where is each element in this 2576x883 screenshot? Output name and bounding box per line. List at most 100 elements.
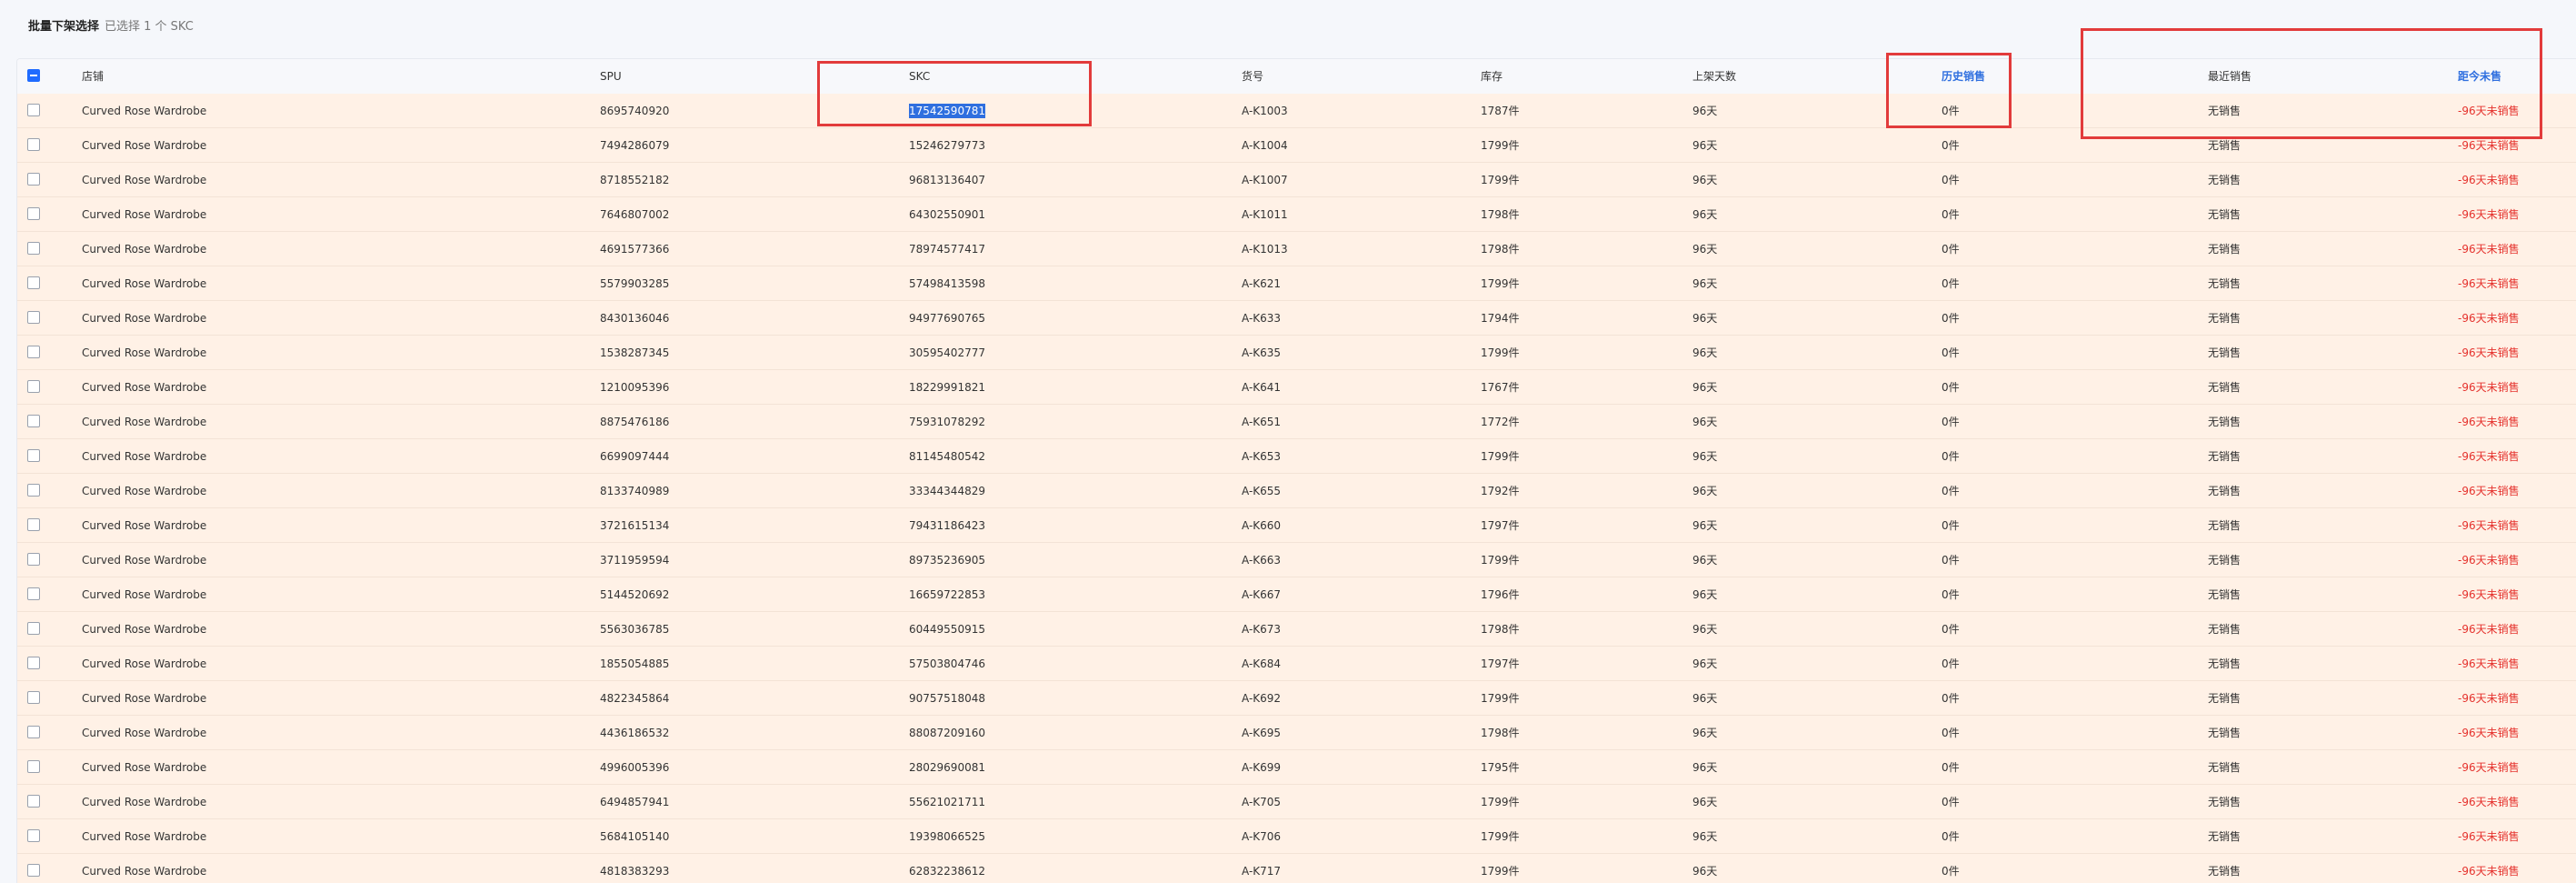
skc-value: 57498413598 xyxy=(909,277,985,290)
column-header-spu: SPU xyxy=(600,70,622,83)
row-checkbox[interactable] xyxy=(27,518,40,531)
row-checkbox[interactable] xyxy=(27,829,40,842)
row-checkbox[interactable] xyxy=(27,622,40,635)
cell-since-sale: -96天未销售 xyxy=(2458,105,2520,117)
page: 批量下架选择 已选择 1 个 SKC 店铺 SPU SKC 货号 库存 上架天数… xyxy=(0,0,2576,883)
table-row[interactable]: Curved Rose Wardrobe 7494286079 1524627977… xyxy=(17,128,2576,163)
cell-skc: 19398066525 xyxy=(909,819,985,854)
table-row[interactable]: Curved Rose Wardrobe 1855054885 5750380474… xyxy=(17,647,2576,681)
cell-skc: 78974577417 xyxy=(909,232,985,266)
cell-last-sale: 无销售 xyxy=(2208,450,2242,463)
skc-value: 16659722853 xyxy=(909,588,985,601)
cell-code: A-K641 xyxy=(1242,381,1282,394)
table-row[interactable]: Curved Rose Wardrobe 1538287345 3059540277… xyxy=(17,336,2576,370)
cell-since-sale: -96天未销售 xyxy=(2458,381,2520,394)
cell-stock: 1799件 xyxy=(1481,174,1520,186)
table-row[interactable]: Curved Rose Wardrobe 4818383293 6283223861… xyxy=(17,854,2576,883)
table-row[interactable]: Curved Rose Wardrobe 8133740989 3334434482… xyxy=(17,474,2576,508)
cell-stock: 1799件 xyxy=(1481,346,1520,359)
row-checkbox[interactable] xyxy=(27,207,40,220)
table-row[interactable]: Curved Rose Wardrobe 1210095396 1822999182… xyxy=(17,370,2576,405)
table-row[interactable]: Curved Rose Wardrobe 5579903285 5749841359… xyxy=(17,266,2576,301)
cell-history-sales: 0件 xyxy=(1942,312,1960,325)
cell-days: 96天 xyxy=(1692,277,1718,290)
column-header-since-sale[interactable]: 距今未售 xyxy=(2458,59,2501,94)
cell-days: 96天 xyxy=(1692,657,1718,670)
table-row[interactable]: Curved Rose Wardrobe 5684105140 1939806652… xyxy=(17,819,2576,854)
select-all-checkbox[interactable] xyxy=(27,69,40,82)
skc-value: 64302550901 xyxy=(909,208,985,221)
cell-days: 96天 xyxy=(1692,208,1718,221)
row-checkbox[interactable] xyxy=(27,138,40,151)
table-row[interactable]: Curved Rose Wardrobe 3711959594 8973523690… xyxy=(17,543,2576,577)
cell-stock: 1798件 xyxy=(1481,243,1520,256)
cell-days: 96天 xyxy=(1692,692,1718,705)
row-checkbox[interactable] xyxy=(27,484,40,497)
table-row[interactable]: Curved Rose Wardrobe 4436186532 8808720916… xyxy=(17,716,2576,750)
row-checkbox[interactable] xyxy=(27,864,40,877)
cell-days: 96天 xyxy=(1692,174,1718,186)
table-row[interactable]: Curved Rose Wardrobe 8430136046 9497769076… xyxy=(17,301,2576,336)
skc-value: 17542590781 xyxy=(909,104,985,118)
row-checkbox[interactable] xyxy=(27,449,40,462)
cell-since-sale: -96天未销售 xyxy=(2458,243,2520,256)
cell-days: 96天 xyxy=(1692,485,1718,497)
cell-days: 96天 xyxy=(1692,865,1718,878)
cell-history-sales: 0件 xyxy=(1942,139,1960,152)
table-row[interactable]: Curved Rose Wardrobe 4996005396 2802969008… xyxy=(17,750,2576,785)
row-checkbox[interactable] xyxy=(27,380,40,393)
skc-value: 28029690081 xyxy=(909,761,985,774)
table-row[interactable]: Curved Rose Wardrobe 6494857941 5562102171… xyxy=(17,785,2576,819)
row-checkbox[interactable] xyxy=(27,173,40,186)
cell-history-sales: 0件 xyxy=(1942,381,1960,394)
cell-skc: 90757518048 xyxy=(909,681,985,716)
row-checkbox[interactable] xyxy=(27,346,40,358)
row-checkbox[interactable] xyxy=(27,657,40,669)
cell-last-sale: 无销售 xyxy=(2208,727,2242,739)
cell-shop: Curved Rose Wardrobe xyxy=(82,830,207,843)
cell-stock: 1794件 xyxy=(1481,312,1520,325)
cell-stock: 1799件 xyxy=(1481,139,1520,152)
row-checkbox[interactable] xyxy=(27,104,40,116)
cell-days: 96天 xyxy=(1692,588,1718,601)
cell-history-sales: 0件 xyxy=(1942,416,1960,428)
column-header-history-sales[interactable]: 历史销售 xyxy=(1942,59,1985,94)
row-checkbox[interactable] xyxy=(27,760,40,773)
cell-code: A-K692 xyxy=(1242,692,1282,705)
row-checkbox[interactable] xyxy=(27,691,40,704)
row-checkbox[interactable] xyxy=(27,415,40,427)
cell-since-sale: -96天未销售 xyxy=(2458,277,2520,290)
row-checkbox[interactable] xyxy=(27,276,40,289)
table-row[interactable]: Curved Rose Wardrobe 5144520692 1665972285… xyxy=(17,577,2576,612)
cell-last-sale: 无销售 xyxy=(2208,519,2242,532)
row-checkbox[interactable] xyxy=(27,553,40,566)
cell-shop: Curved Rose Wardrobe xyxy=(82,796,207,808)
table-row[interactable]: Curved Rose Wardrobe 7646807002 6430255090… xyxy=(17,197,2576,232)
selected-count: 已选择 1 个 SKC xyxy=(105,20,194,34)
table-row[interactable]: Curved Rose Wardrobe 8875476186 7593107829… xyxy=(17,405,2576,439)
column-header-shop: 店铺 xyxy=(82,70,105,83)
cell-days: 96天 xyxy=(1692,139,1718,152)
cell-days: 96天 xyxy=(1692,761,1718,774)
row-checkbox[interactable] xyxy=(27,726,40,738)
cell-history-sales: 0件 xyxy=(1942,519,1960,532)
row-checkbox[interactable] xyxy=(27,795,40,808)
table-row[interactable]: Curved Rose Wardrobe 4691577366 7897457741… xyxy=(17,232,2576,266)
table-row[interactable]: Curved Rose Wardrobe 6699097444 8114548054… xyxy=(17,439,2576,474)
table-row[interactable]: Curved Rose Wardrobe 3721615134 7943118642… xyxy=(17,508,2576,543)
table-row[interactable]: Curved Rose Wardrobe 4822345864 9075751804… xyxy=(17,681,2576,716)
cell-shop: Curved Rose Wardrobe xyxy=(82,312,207,325)
cell-since-sale: -96天未销售 xyxy=(2458,485,2520,497)
row-checkbox[interactable] xyxy=(27,587,40,600)
cell-code: A-K706 xyxy=(1242,830,1282,843)
table-row[interactable]: Curved Rose Wardrobe 8695740920 1754259078… xyxy=(17,94,2576,128)
cell-spu: 6494857941 xyxy=(600,796,670,808)
table-row[interactable]: Curved Rose Wardrobe 5563036785 6044955091… xyxy=(17,612,2576,647)
cell-shop: Curved Rose Wardrobe xyxy=(82,727,207,739)
cell-skc: 33344344829 xyxy=(909,474,985,508)
cell-skc: 75931078292 xyxy=(909,405,985,439)
table-row[interactable]: Curved Rose Wardrobe 8718552182 9681313640… xyxy=(17,163,2576,197)
row-checkbox[interactable] xyxy=(27,311,40,324)
cell-shop: Curved Rose Wardrobe xyxy=(82,174,207,186)
row-checkbox[interactable] xyxy=(27,242,40,255)
